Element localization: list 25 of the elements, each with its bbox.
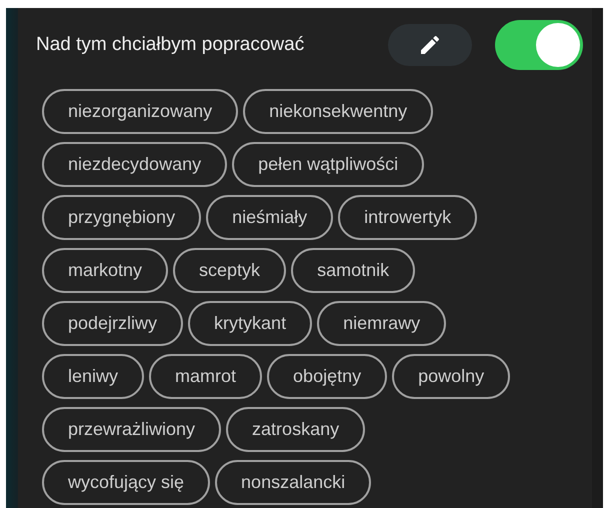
trait-chip[interactable]: krytykant (188, 301, 312, 346)
trait-chip[interactable]: zatroskany (226, 407, 366, 452)
trait-chip[interactable]: niemrawy (317, 301, 446, 346)
trait-chip[interactable]: nonszalancki (215, 460, 372, 505)
trait-chip[interactable]: przewrażliwiony (42, 407, 222, 452)
trait-chip[interactable]: pełen wątpliwości (232, 142, 424, 187)
trait-chip[interactable]: mamrot (149, 354, 262, 399)
edit-button[interactable] (388, 24, 472, 66)
trait-chip[interactable]: niekonsekwentny (243, 89, 434, 134)
trait-chip[interactable]: obojętny (267, 354, 388, 399)
trait-chip[interactable]: markotny (42, 248, 168, 293)
section-title: Nad tym chciałbym popracować (36, 34, 306, 56)
trait-chip[interactable]: leniwy (42, 354, 144, 399)
trait-chip[interactable]: niezdecydowany (42, 142, 228, 187)
trait-chip[interactable]: wycofujący się (42, 460, 210, 505)
trait-chip[interactable]: sceptyk (173, 248, 286, 293)
trait-chip[interactable]: przygnębiony (42, 195, 202, 240)
trait-chip[interactable]: podejrzliwy (42, 301, 184, 346)
pencil-icon (418, 33, 442, 57)
trait-chip[interactable]: introwertyk (338, 195, 478, 240)
toggle-switch[interactable] (495, 20, 583, 70)
trait-chip[interactable]: powolny (392, 354, 510, 399)
trait-chip[interactable]: nieśmiały (206, 195, 334, 240)
trait-chip[interactable]: samotnik (291, 248, 416, 293)
trait-chip[interactable]: niezorganizowany (42, 89, 238, 134)
